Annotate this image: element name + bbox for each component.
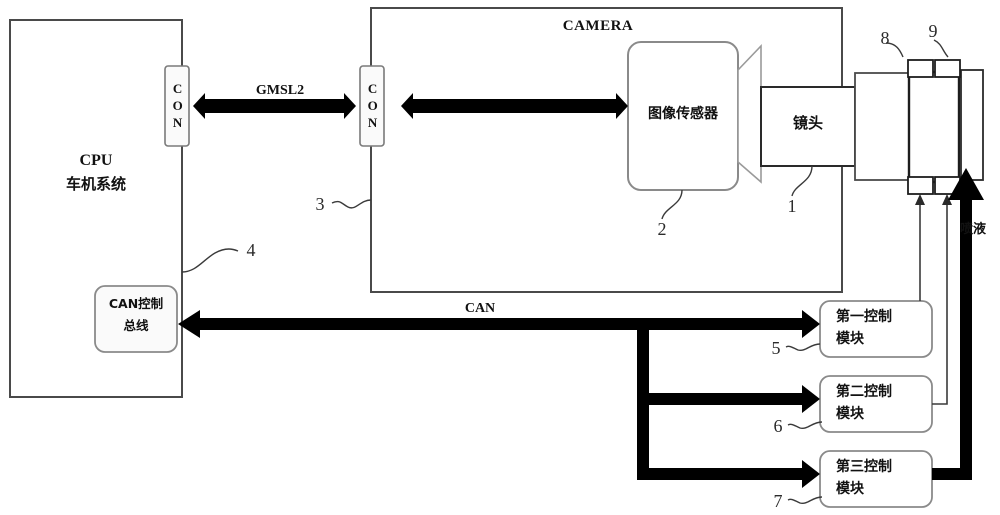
control-module-3-box xyxy=(819,450,933,508)
arrowhead-nozzle-left-feed xyxy=(915,194,925,205)
cpu-con-letters: CON xyxy=(170,80,186,132)
nozzle-port-left-bottom xyxy=(907,176,934,195)
camera-con-letters: CON xyxy=(365,80,381,132)
diagram-vector-layer xyxy=(9,7,984,508)
cpu-connector-label[interactable]: CON xyxy=(165,66,189,146)
leader-line-ref-3 xyxy=(331,199,372,209)
can-branch-module-1 xyxy=(648,310,820,338)
leader-line-ref-4 xyxy=(181,248,239,273)
camera-connector-label[interactable]: CON xyxy=(360,66,384,146)
leader-line-ref-6 xyxy=(787,421,823,430)
can-bus-vertical-trunk xyxy=(637,318,649,479)
lens-barrel-box xyxy=(854,72,914,181)
nozzle-body-box xyxy=(907,70,961,184)
nozzle-port-8-top xyxy=(907,59,934,78)
nozzle-port-9-top xyxy=(934,59,961,78)
leader-line-ref-8 xyxy=(885,42,904,58)
gmsl2-arrow xyxy=(193,93,356,119)
can-branch-module-3 xyxy=(637,460,820,488)
nozzle-outer-plate xyxy=(960,69,984,181)
can-branch-module-2 xyxy=(648,385,820,413)
lens-cone-shape xyxy=(737,44,762,184)
control-module-2-box xyxy=(819,375,933,433)
spray-supply-thick-line xyxy=(932,200,972,480)
can-bus-arrow-to-cpu xyxy=(178,310,648,338)
leader-line-ref-9 xyxy=(933,39,949,58)
leader-line-ref-7 xyxy=(787,496,823,505)
patent-diagram-canvas: CAMERA CPU 车机系统 CON CON GMSL2 CAN 图像传感器 … xyxy=(0,0,1000,515)
can-bus-block-box xyxy=(94,285,178,353)
leader-line-ref-5 xyxy=(785,343,821,352)
control-module-1-box xyxy=(819,300,933,358)
lens-box xyxy=(760,86,856,167)
image-sensor-box xyxy=(627,41,739,191)
line-module2-to-nozzle-right xyxy=(932,200,948,405)
